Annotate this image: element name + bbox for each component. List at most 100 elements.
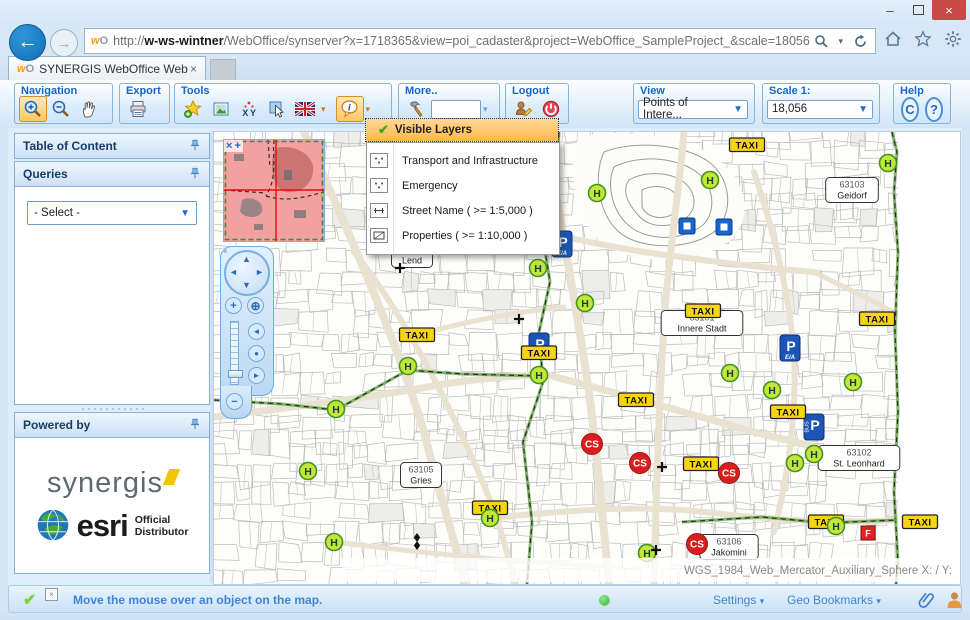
map-marker-viewpoint[interactable] — [679, 218, 695, 234]
flag-dropdown-icon[interactable]: ▾ — [319, 104, 328, 115]
pan-left-icon[interactable]: ◄ — [229, 268, 238, 277]
pin-icon[interactable] — [189, 166, 201, 183]
add-favorite-star-icon[interactable] — [179, 96, 207, 122]
search-icon[interactable] — [810, 30, 832, 52]
map-marker-fuel[interactable]: CS — [630, 453, 651, 474]
map-image-icon[interactable] — [207, 96, 235, 122]
map-marker-bus[interactable]: H — [828, 518, 845, 535]
map-marker-bus[interactable]: H — [300, 463, 317, 480]
panel-resize-handle[interactable] — [14, 405, 210, 412]
favorites-star-icon[interactable] — [912, 28, 934, 50]
map-marker-bus[interactable]: H — [326, 534, 343, 551]
map-marker-bus[interactable]: H — [589, 185, 606, 202]
map-marker-bus[interactable]: H — [722, 365, 739, 382]
more-tools-select[interactable] — [431, 100, 481, 119]
address-bar[interactable]: wO http://w-ws-wintner/WebOffice/synserv… — [84, 28, 876, 54]
map-marker-bus[interactable]: H — [787, 455, 804, 472]
panel-header-queries[interactable]: Queries — [14, 161, 210, 187]
zoom-in-button[interactable] — [19, 96, 47, 122]
map-marker-taxi[interactable]: TAXI — [686, 304, 721, 318]
visible-layers-menu-header[interactable]: ✔ Visible Layers — [366, 119, 558, 141]
map-marker-bus[interactable]: H — [531, 367, 548, 384]
map-canvas[interactable]: 63103Geidorf63104Lend63101Innere Stadt63… — [214, 132, 960, 584]
pin-icon[interactable] — [189, 417, 201, 434]
menu-item-transport[interactable]: Transport and Infrastructure — [367, 148, 559, 173]
map-marker-bus[interactable]: H — [764, 382, 781, 399]
refresh-icon[interactable] — [849, 30, 871, 52]
more-select-arrow-icon[interactable]: ▾ — [481, 104, 490, 115]
view-select[interactable]: Points of Intere... ▼ — [638, 100, 748, 119]
print-button[interactable] — [124, 96, 152, 122]
pan-up-icon[interactable]: ▲ — [242, 255, 251, 264]
navwidget-collapse-icon[interactable]: × — [223, 247, 228, 256]
home-icon[interactable] — [882, 28, 904, 50]
map-marker-fuel[interactable]: CS — [719, 463, 740, 484]
browser-forward-button[interactable]: → — [50, 29, 78, 57]
tab-close-icon[interactable]: × — [188, 62, 199, 76]
info-dropdown-icon[interactable]: ▾ — [364, 104, 373, 115]
window-maximize-button[interactable] — [904, 0, 932, 20]
pin-icon[interactable] — [189, 138, 201, 155]
map-marker-fuel[interactable]: CS — [582, 434, 603, 455]
new-tab-button[interactable] — [210, 59, 236, 82]
select-cursor-icon[interactable] — [263, 96, 291, 122]
pan-down-icon[interactable]: ▼ — [242, 281, 251, 290]
xy-coordinates-icon[interactable]: XY — [235, 96, 263, 122]
info-identify-button[interactable]: i — [336, 96, 364, 122]
menu-item-properties[interactable]: Properties ( >= 1:10,000 ) — [367, 223, 559, 248]
window-close-button[interactable]: × — [932, 0, 966, 20]
geo-bookmarks-menu[interactable]: Geo Bookmarks ▾ — [787, 593, 881, 607]
current-extent-button[interactable]: ● — [248, 345, 265, 362]
language-flag-icon[interactable] — [291, 96, 319, 122]
menu-item-emergency[interactable]: Emergency — [367, 173, 559, 198]
settings-gear-icon[interactable] — [942, 28, 964, 50]
menu-item-street-name[interactable]: Street Name ( >= 1:5,000 ) — [367, 198, 559, 223]
map-marker-taxi[interactable]: TAXI — [400, 328, 435, 342]
map-marker-bus[interactable]: H — [577, 295, 594, 312]
previous-extent-button[interactable]: ◄ — [248, 323, 265, 340]
overview-map[interactable]: × + — [223, 139, 325, 242]
copyright-button[interactable]: C — [901, 97, 919, 122]
zoom-out-button[interactable] — [47, 96, 75, 122]
dismiss-message-icon[interactable]: × — [45, 588, 58, 601]
map-marker-bus[interactable]: H — [880, 155, 897, 172]
map-navigation-widget[interactable]: × ▲ ▼ ◄ ► + ⊕ ◄ ● ► − — [220, 246, 272, 418]
next-extent-button[interactable]: ► — [248, 367, 265, 384]
map-marker-bus[interactable]: H — [845, 374, 862, 391]
window-minimize-button[interactable]: – — [876, 0, 904, 20]
query-select[interactable]: - Select - ▼ — [27, 201, 197, 225]
settings-menu[interactable]: Settings ▾ — [713, 593, 764, 607]
map-marker-taxi[interactable]: TAXI — [771, 405, 806, 419]
map-marker-taxi[interactable]: TAXI — [860, 312, 895, 326]
zoom-slider[interactable] — [230, 321, 239, 385]
browser-tab[interactable]: wO SYNERGIS WebOffice Web... × — [8, 56, 206, 80]
map-viewport[interactable]: 63103Geidorf63104Lend63101Innere Stadt63… — [213, 131, 961, 585]
map-marker-bus[interactable]: H — [400, 358, 417, 375]
pan-dpad[interactable]: ▲ ▼ ◄ ► — [224, 250, 270, 296]
panel-header-powered-by[interactable]: Powered by — [14, 412, 210, 438]
map-marker-bus[interactable]: H — [806, 446, 823, 463]
zoom-slider-handle[interactable] — [228, 370, 243, 378]
map-marker-bus[interactable]: H — [482, 510, 499, 527]
map-marker-fuel[interactable]: CS — [687, 534, 708, 555]
help-button[interactable]: ? — [925, 97, 943, 122]
pan-right-icon[interactable]: ► — [255, 268, 264, 277]
map-marker-viewpoint[interactable] — [716, 219, 732, 235]
browser-back-button[interactable]: ← — [9, 24, 46, 61]
map-marker-taxi[interactable]: TAXI — [730, 138, 765, 152]
map-marker-fire[interactable]: F — [861, 526, 875, 540]
map-marker-parking[interactable]: PE/A — [780, 335, 800, 361]
zoom-out-widget-button[interactable]: − — [226, 393, 243, 410]
map-marker-taxi[interactable]: TAXI — [903, 515, 938, 529]
pan-hand-button[interactable] — [75, 96, 103, 122]
panel-header-table-of-content[interactable]: Table of Content — [14, 133, 210, 159]
map-marker-bus[interactable]: H — [530, 260, 547, 277]
map-marker-taxi[interactable]: TAXI — [522, 346, 557, 360]
full-extent-button[interactable]: ⊕ — [247, 297, 264, 314]
zoom-in-widget-button[interactable]: + — [225, 297, 242, 314]
overview-close-icon[interactable]: × — [226, 140, 232, 152]
map-marker-bus[interactable]: H — [328, 401, 345, 418]
map-marker-taxi[interactable]: TAXI — [619, 393, 654, 407]
map-marker-parking[interactable]: PBUS — [804, 414, 824, 440]
map-marker-taxi[interactable]: TAXI — [684, 457, 719, 471]
